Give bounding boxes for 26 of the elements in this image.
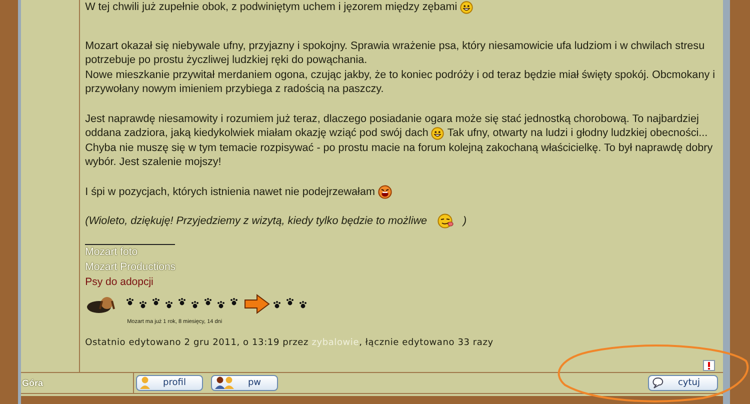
post-text: I śpi w pozycjach, których istnienia nawet nie podejrzewałam	[85, 184, 375, 200]
post-text: Chyba nie muszę się w tym temacie rozpisywać - po prostu macie na forum kolejną zakochaną właścicielkę. To był naprawdę dobry	[85, 140, 713, 156]
report-icon[interactable]	[703, 360, 715, 371]
post-text: W tej chwili już zupełnie obok, z podwiniętym uchem i jęzorem między zębami	[85, 0, 458, 15]
post-text: Tak ufny, otwarty na ludzi i głodny ludzkiej obecności...	[447, 126, 708, 141]
two-people-icon	[214, 376, 236, 390]
post-text: Nowe mieszkanie przywitał merdaniem ogona, czując jakby, że to koniec podróży i od teraz będzie miał święty spokój. Obcmokany i	[85, 68, 715, 82]
private-message-button[interactable]: pw	[211, 375, 278, 391]
smiley-icon	[431, 126, 444, 140]
post-text: wybór. Jest szalenie mojszy!	[85, 155, 222, 170]
post-text: )	[463, 214, 467, 228]
post-text: Mozart okazał się niebywale ufny, przyjazny i spokojny. Sprawia wrażenie psa, który niesamowicie ufa ludziom i w chwilach stresu	[85, 38, 705, 54]
post-text: oddana zadziora, jaką kiedykolwiek miałam okazję wziąć pod swój dach	[85, 126, 428, 141]
post-text: przywołany nowym imieniem przybiega z radością na paszczy.	[85, 82, 384, 97]
person-icon	[139, 376, 151, 390]
post-text: Jest naprawdę niesamowity i rozumiem już teraz, dlaczego posiadanie ogara może się stać jednostką chorobową. To najbardziej	[85, 112, 699, 126]
post-text: (Wioleto, dziękuję! Przyjedziemy z wizytą, kiedy tylko będzie to możliwe	[85, 214, 428, 228]
edit-note: Ostatnio edytowano 2 gru 2011, o 13:19 przez zybalowie, łącznie edytowano 33 razy	[85, 337, 494, 350]
profile-button[interactable]: profil	[136, 375, 203, 391]
speech-bubble-icon	[651, 377, 665, 389]
signature-link[interactable]: Psy do adopcji	[85, 276, 154, 288]
quote-button[interactable]: cytuj	[648, 375, 718, 391]
smiley-icon	[460, 0, 474, 14]
post-text: potrzebuje po prostu życzliwej ludzkiej ręki do powąchania.	[85, 53, 368, 68]
laughing-face-icon	[378, 184, 392, 199]
smiley-tongue-icon	[437, 213, 456, 230]
